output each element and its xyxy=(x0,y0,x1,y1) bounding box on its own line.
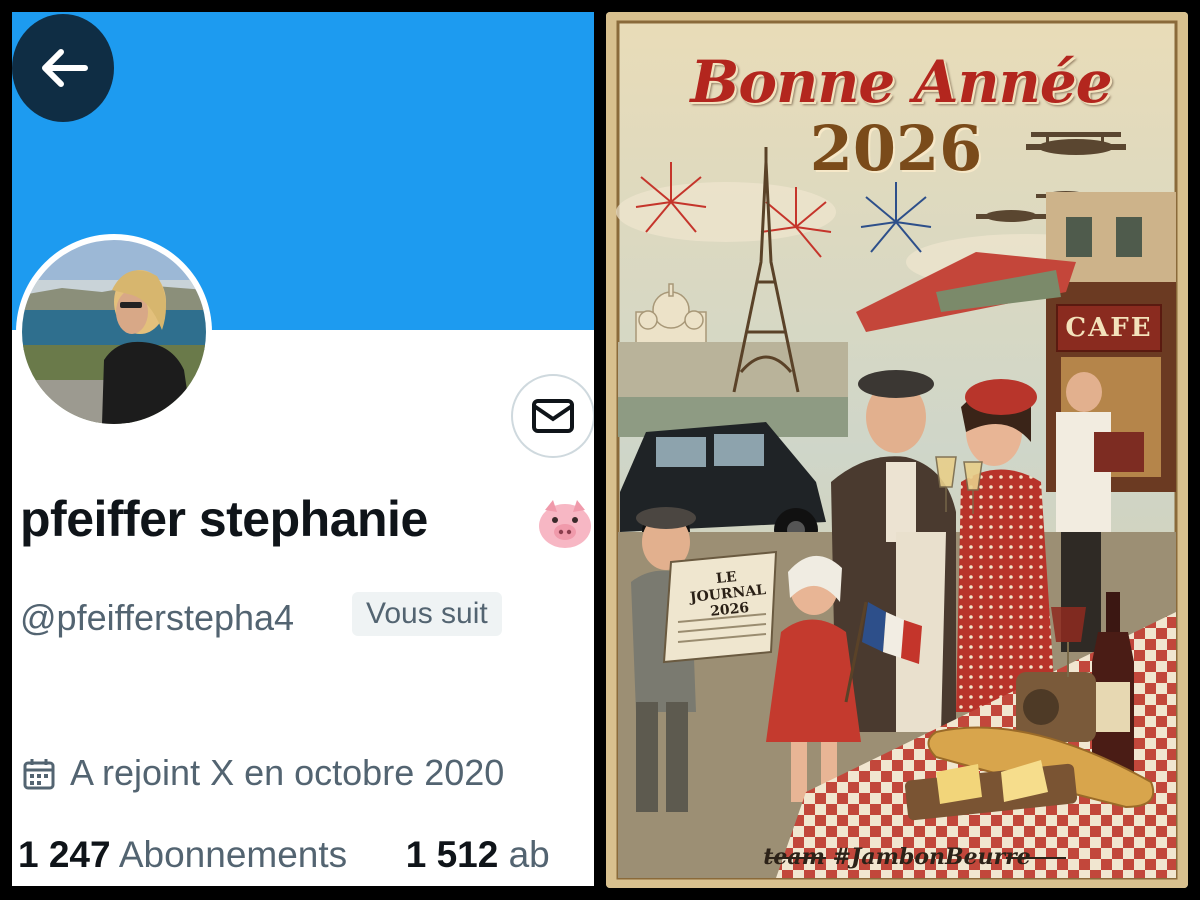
calendar-icon xyxy=(23,759,55,790)
back-button[interactable] xyxy=(12,14,114,122)
following-count: 1 247 xyxy=(18,834,111,875)
cafe-sign: CAFE xyxy=(1056,304,1162,352)
followers-link[interactable]: 1 512 ab xyxy=(395,834,550,875)
avatar-photo xyxy=(22,240,206,424)
joined-date: A rejoint X en octobre 2020 xyxy=(70,752,505,793)
following-label: Abonnements xyxy=(118,834,348,875)
poster-hashtag: team #JambonBeurre xyxy=(763,844,1031,870)
poster-title: Bonne Année xyxy=(690,48,1112,116)
follow-stats: 1 247 Abonnements 1 512 ab xyxy=(18,834,550,876)
message-button[interactable] xyxy=(511,374,594,458)
display-name: pfeiffer stephanie xyxy=(20,491,428,547)
user-handle: @pfeifferstepha4 xyxy=(20,597,295,638)
envelope-icon xyxy=(532,399,574,433)
new-year-poster: Bonne Année 2026 CAFE LE JOURNAL 2026 te… xyxy=(606,12,1188,888)
poster-year: 2026 xyxy=(809,112,983,185)
follows-you-badge: Vous suit xyxy=(352,592,502,636)
following-link[interactable]: 1 247 Abonnements xyxy=(18,834,357,875)
pig-face-icon xyxy=(539,500,591,548)
profile-panel: pfeiffer stephanie @pfeifferstepha4 Vous… xyxy=(12,12,594,886)
newspaper-headline: LE JOURNAL 2026 xyxy=(681,565,776,622)
arrow-left-icon xyxy=(42,49,88,87)
followers-count: 1 512 xyxy=(405,834,499,875)
avatar[interactable] xyxy=(16,234,212,430)
followers-label: ab xyxy=(508,834,550,875)
